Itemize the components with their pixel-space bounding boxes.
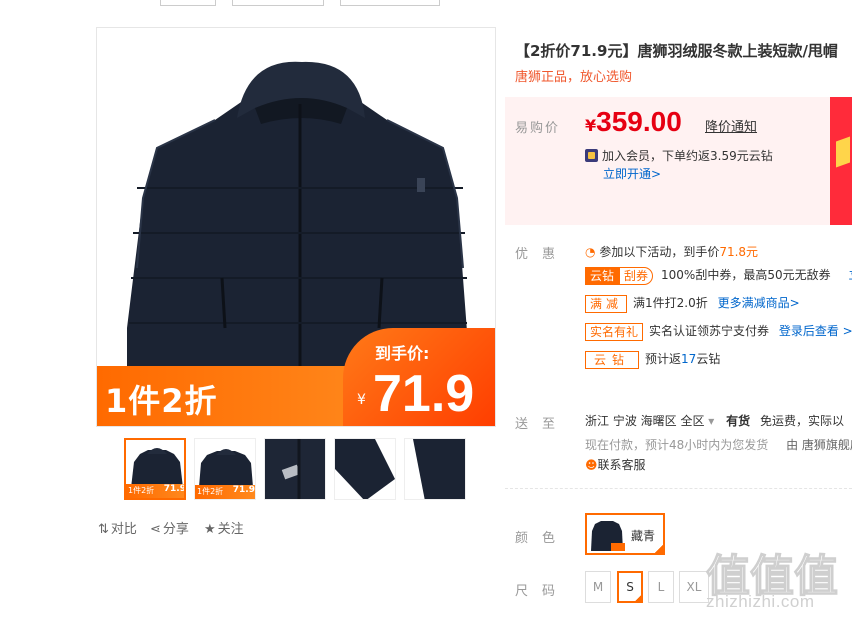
filter-box[interactable] [232,0,324,6]
thumbnail-4[interactable] [334,438,396,500]
price-currency: ¥ [585,116,597,135]
share-icon: ⋖ [150,522,161,537]
coupon-link[interactable]: 立 [848,268,852,282]
compare-label: 对比 [110,522,137,537]
thumbnail-2[interactable]: 1件2折 71.9 [194,438,256,500]
yunzuan-prefix: 预计返 [645,352,682,366]
hem-detail-image [405,439,465,499]
size-option-s[interactable]: S [617,571,643,603]
promo-intro-price: 71.8元 [719,245,759,259]
size-option-m[interactable]: M [585,571,611,603]
share-button[interactable]: ⋖ 分享 [150,518,189,537]
member-open-link[interactable]: 立即开通> [603,165,661,182]
compare-icon: ⇅ [98,522,109,537]
manjian-text: 满1件打2.0折 [633,296,708,310]
promo-deco-accent [836,136,850,168]
thumb-tag-right: 71.9 [163,484,186,494]
stock-status: 有货 [726,414,751,428]
section-divider [505,488,852,489]
follow-label: 关注 [217,522,244,537]
promo-price-label: 到手价: [375,344,430,363]
location-text: 浙江 宁波 海曙区 全区 [585,414,705,428]
size-l-label: L [657,580,665,594]
size-option-l[interactable]: L [648,571,674,603]
yunzuan-suffix: 云钻 [696,352,721,366]
price-drop-notice-link[interactable]: 降价通知 [705,116,757,135]
shiming-text: 实名认证领苏宁支付券 [649,324,770,338]
price: ¥359.00 [585,106,682,138]
selected-check-icon [653,543,665,555]
location-selector[interactable]: 浙江 宁波 海曙区 全区 ▾ [585,414,714,428]
coupon-badge-guaquan: 刮券 [619,266,654,285]
seller-text: 由 唐狮旗舰店 [786,438,852,452]
coupon-badge-yunzuan: 云钻 [585,266,620,285]
filter-box[interactable] [340,0,440,6]
price-value: 359.00 [596,106,682,137]
watermark-site: zhizhizhi.com [706,592,815,611]
yunzuan-num: 17 [681,352,697,366]
shipping-text: 免运费，实际以 [759,414,844,428]
customer-service[interactable]: ☻联系客服 [585,456,646,473]
promo-label: 优惠 [515,247,570,262]
promo-intro-text: 参加以下活动，到手价 [599,245,720,259]
promo-intro: ◔ 参加以下活动，到手价71.8元 [585,243,758,260]
coupon-text: 100%刮中券，最高50元无敌券 [661,268,831,282]
size-m-label: M [592,580,604,594]
member-text: 加入会员，下单约返3.59元云钻 [602,149,773,163]
coupon-row: 云钻刮券 100%刮中券，最高50元无敌券 立 [585,266,852,285]
thumb-tag-right: 71.9 [232,485,255,495]
main-product-image[interactable]: 1件2折 到手价: ¥ 71.9 [96,27,496,427]
manjian-link[interactable]: 更多满减商品> [718,296,800,310]
color-option-navy[interactable]: 藏青 [585,513,665,555]
service-text: 联系客服 [597,458,646,472]
color-thumb-image [589,517,625,551]
compare-button[interactable]: ⇅ 对比 [98,518,137,537]
thumb-tag-left: 1件2折 [197,487,224,496]
manjian-badge: 满减 [585,294,628,313]
star-icon: ★ [204,522,216,537]
thumbnail-strip: 1件2折 71.9 1件2折 71.9 [124,438,466,502]
thumb-tag: 1件2折 71.9 [195,485,255,499]
size-label: 尺码 [515,584,570,599]
shiming-badge: 实名有礼 [585,322,644,341]
filter-bar [0,0,852,6]
service-icon: ☻ [585,458,598,472]
product-subtitle: 唐狮正品，放心选购 [515,70,633,85]
product-title: 【2折价71.9元】唐狮羽绒服冬款上装短款/甩帽 [515,42,838,60]
zipper-detail-image [265,439,325,499]
member-info: 加入会员，下单约返3.59元云钻 [585,147,773,164]
delivery-row: 浙江 宁波 海曙区 全区 ▾ 有货 免运费，实际以 [585,412,844,429]
thumb-tag-left: 1件2折 [128,486,155,495]
thumbnail-3[interactable] [264,438,326,500]
promo-price-value: 71.9 [373,365,475,423]
delivery-label: 送至 [515,417,570,432]
color-label: 颜色 [515,531,570,546]
promo-price-badge: 到手价: ¥ 71.9 [343,328,495,426]
promo-yen: ¥ [357,392,366,408]
size-s-label: S [626,580,634,594]
manjian-row: 满减 满1件打2.0折 更多满减商品> [585,294,800,313]
yunzuan-row: 云钻 预计返17云钻 [585,350,720,369]
thumb-tag: 1件2折 71.9 [126,484,186,498]
share-label: 分享 [162,522,189,537]
follow-button[interactable]: ★ 关注 [204,518,244,537]
shiming-row: 实名有礼 实名认证领苏宁支付券 登录后查看 > [585,322,852,341]
price-label: 易购价 [515,121,561,136]
selected-check-icon [633,593,643,603]
cuff-detail-image [335,439,395,499]
thumbnail-5[interactable] [404,438,466,500]
thumbnail-1[interactable]: 1件2折 71.9 [124,438,186,500]
member-icon [585,149,598,162]
eta-text: 现在付款，预计48小时内为您发货 [585,438,769,452]
clock-icon: ◔ [585,245,596,259]
watermark: 值值值 zhizhizhi.com [700,540,852,620]
filter-box[interactable] [160,0,216,6]
promo-left-text: 1件2折 [105,382,218,420]
color-option-label: 藏青 [631,529,656,543]
chevron-down-icon: ▾ [708,414,715,428]
eta-row: 现在付款，预计48小时内为您发货 由 唐狮旗舰店 [585,436,852,453]
shiming-link[interactable]: 登录后查看 > [779,324,852,338]
yunzuan-badge: 云钻 [585,350,640,369]
